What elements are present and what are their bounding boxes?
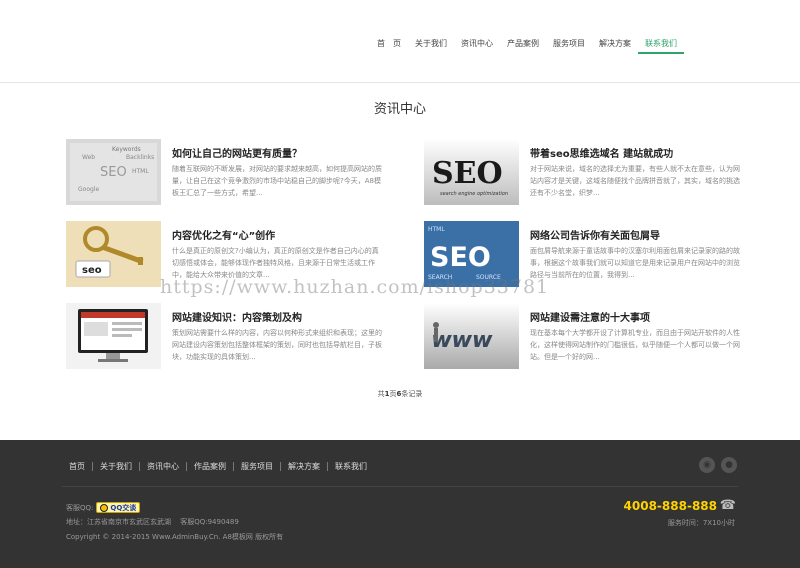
- news-item: SEO search engine optimization 带着seo思维选域…: [424, 139, 754, 205]
- pager-suffix: 条记录: [401, 390, 423, 398]
- qq-chat-button[interactable]: QQ交谈: [96, 502, 141, 513]
- thumb-word: Google: [78, 186, 99, 193]
- thumb-word: HTML: [428, 226, 445, 233]
- thumb-word: search engine optimization: [440, 191, 508, 197]
- news-description: 策划网站需要什么样的内容，内容以何种形式来组织和表现；这里的网站建设内容策划包括…: [172, 329, 382, 361]
- nav-home[interactable]: 首 页: [370, 38, 408, 54]
- footer-nav-news[interactable]: 资讯中心: [140, 462, 187, 471]
- news-description: 随着互联网的不断发展，对网站的要求越来越高，如何提高网站的质量，让自己在这个竞争…: [172, 165, 382, 197]
- footer-nav-home[interactable]: 首页: [62, 462, 93, 471]
- qq-label: 客服QQ:: [66, 503, 94, 512]
- weibo-icon[interactable]: ◉: [699, 457, 715, 473]
- site-footer: 首页 关于我们 资讯中心 作品案例 服务项目 解决方案 联系我们 ◉ ● 客服Q…: [0, 440, 800, 568]
- news-title[interactable]: 带着seo思维选域名 建站就成功: [530, 145, 673, 160]
- news-title[interactable]: 网站建设知识：内容策划及构: [172, 309, 302, 324]
- news-item: Keywords Web Backlinks SEO HTML Google 如…: [66, 139, 396, 205]
- news-description: 对于网站来说，域名的选择尤为重要，有些人就不太在意些，认为网站内容才是关键，这域…: [530, 165, 740, 197]
- news-item: www 网站建设需注意的十大事项 现在基本每个大学都开设了计算机专业，而且由于网…: [424, 303, 754, 369]
- footer-qq: 客服QQ: QQ交谈: [66, 502, 141, 513]
- news-thumbnail[interactable]: seo: [66, 221, 161, 287]
- nav-solutions[interactable]: 解决方案: [592, 38, 638, 54]
- qq-chat-label: QQ交谈: [110, 503, 137, 512]
- pagination-info: 共1页6条记录: [0, 389, 800, 399]
- nav-about[interactable]: 关于我们: [408, 38, 454, 54]
- footer-nav-solutions[interactable]: 解决方案: [281, 462, 328, 471]
- footer-nav: 首页 关于我们 资讯中心 作品案例 服务项目 解决方案 联系我们: [62, 462, 374, 471]
- news-title[interactable]: 网站建设需注意的十大事项: [530, 309, 650, 324]
- main-nav: 首 页 关于我们 资讯中心 产品案例 服务项目 解决方案 联系我们: [370, 38, 684, 54]
- nav-services[interactable]: 服务项目: [546, 38, 592, 54]
- footer-social-icons: ◉ ●: [699, 457, 737, 473]
- thumb-word: SEO: [432, 156, 503, 191]
- news-description: 面包屑导航来源于童话故事中的汉塞尔利用面包屑来记录家的路的故事，根据这个故事我们…: [530, 247, 740, 279]
- footer-phone: 4008-888-888: [623, 499, 717, 513]
- thumb-word: HTML: [132, 168, 149, 175]
- footer-nav-cases[interactable]: 作品案例: [187, 462, 234, 471]
- footer-service-hours: 服务时间：7X10小时: [667, 519, 735, 527]
- footer-nav-contact[interactable]: 联系我们: [328, 462, 374, 471]
- page-title: 资讯中心: [373, 102, 426, 117]
- watermark: https://www.huzhan.com/ishop33781: [160, 276, 550, 298]
- qq-penguin-icon: [100, 503, 109, 512]
- news-thumbnail[interactable]: SEO search engine optimization: [424, 139, 519, 205]
- site-header: 首 页 关于我们 资讯中心 产品案例 服务项目 解决方案 联系我们: [0, 0, 800, 83]
- news-title[interactable]: 网络公司告诉你有关面包屑导: [530, 227, 660, 242]
- thumb-word: seo: [82, 265, 102, 276]
- pager-prefix: 共: [377, 390, 385, 398]
- footer-address: 地址：江苏省南京市玄武区玄武湖 客服QQ:9490489: [66, 518, 239, 526]
- news-item: 网站建设知识：内容策划及构 策划网站需要什么样的内容，内容以何种形式来组织和表现…: [66, 303, 396, 369]
- news-thumbnail[interactable]: www: [424, 303, 519, 369]
- thumb-word: www: [429, 327, 494, 353]
- qq-icon[interactable]: ●: [721, 457, 737, 473]
- nav-cases[interactable]: 产品案例: [500, 38, 546, 54]
- phone-icon: ☎: [719, 498, 736, 513]
- thumb-word: SEO: [430, 242, 491, 273]
- news-thumbnail[interactable]: Keywords Web Backlinks SEO HTML Google: [66, 139, 161, 205]
- thumb-word: Web: [82, 154, 95, 161]
- footer-nav-about[interactable]: 关于我们: [93, 462, 140, 471]
- nav-contact[interactable]: 联系我们: [638, 38, 684, 54]
- news-title[interactable]: 如何让自己的网站更有质量？: [172, 145, 302, 160]
- news-title[interactable]: 内容优化之有“心”创作: [172, 227, 275, 242]
- news-description: 现在基本每个大学都开设了计算机专业，而且由于网站开软件的人性化，这样使得网站制作…: [530, 329, 740, 361]
- footer-copyright: Copyright © 2014-2015 Www.AdminBuy.Cn. A…: [66, 533, 284, 541]
- footer-nav-services[interactable]: 服务项目: [234, 462, 281, 471]
- thumb-word: SEO: [100, 165, 127, 180]
- footer-divider: [62, 486, 738, 487]
- thumb-word: Backlinks: [126, 154, 154, 161]
- news-thumbnail[interactable]: [66, 303, 161, 369]
- thumb-word: Keywords: [112, 146, 141, 153]
- nav-news[interactable]: 资讯中心: [454, 38, 500, 54]
- pager-mid: 页: [389, 390, 397, 398]
